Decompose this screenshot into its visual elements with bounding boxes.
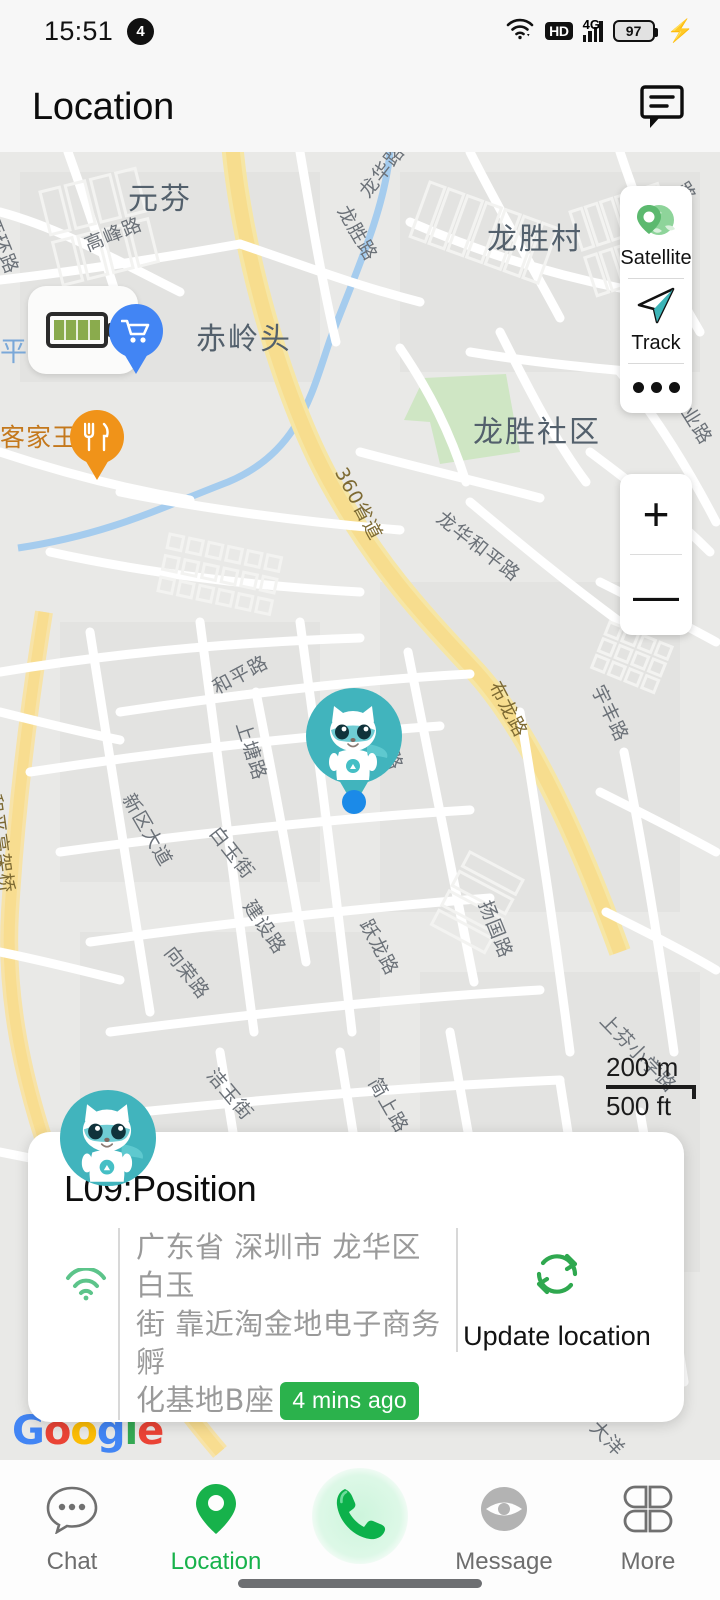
page-title: Location: [32, 85, 175, 128]
current-position-dot: [342, 790, 366, 814]
nav-item-more[interactable]: More: [576, 1476, 720, 1576]
app-header: Location: [0, 62, 720, 152]
navigation-arrow-icon: [634, 285, 678, 330]
map-pin-icon: [192, 1476, 240, 1542]
nav-label-chat: Chat: [46, 1548, 98, 1575]
map-pin-shopping[interactable]: [109, 304, 163, 376]
chat-bubble-icon[interactable]: [634, 79, 690, 135]
address-line-3-wrap: 化基地B座 4 mins ago: [136, 1381, 456, 1421]
network-type-label: 4G: [582, 16, 600, 32]
status-bar-right: HD 4G 97 ⚡: [505, 17, 694, 46]
battery-icon: 97: [612, 20, 658, 42]
device-address: 广东省 深圳市 龙华区 白玉 街 靠近淘金地电子商务孵 化基地B座 4 mins …: [118, 1228, 456, 1421]
eye-icon: [477, 1476, 531, 1542]
nav-label-message: Message: [455, 1548, 553, 1575]
lightning-bolt-icon: ⚡: [666, 18, 694, 43]
home-indicator: [238, 1579, 482, 1588]
nav-item-chat[interactable]: Chat: [0, 1476, 144, 1576]
address-line-3: 化基地B座: [136, 1383, 275, 1418]
map-zoom-control: + —: [620, 474, 692, 635]
update-location-label: Update location: [463, 1321, 651, 1351]
cat-avatar-icon: [306, 688, 402, 784]
grid-clover-icon: [621, 1476, 675, 1542]
device-location-marker[interactable]: [306, 688, 402, 806]
nav-item-location[interactable]: Location: [144, 1476, 288, 1576]
zoom-in-button[interactable]: +: [620, 474, 692, 554]
map-tool-satellite[interactable]: Satellite: [620, 194, 692, 278]
map-scale-metric: 200 m: [606, 1052, 679, 1082]
avatar[interactable]: [60, 1090, 156, 1186]
map-tool-satellite-label: Satellite: [620, 247, 692, 269]
shopping-cart-icon: [121, 319, 150, 343]
status-badge: 4 mins ago: [280, 1382, 419, 1421]
scale-line-metric: [606, 1085, 696, 1099]
map-pin-restaurant[interactable]: [70, 410, 124, 482]
battery-percent-label: 97: [625, 23, 642, 39]
status-bar-left: 15:51 4: [44, 15, 155, 47]
nav-item-message[interactable]: Message: [432, 1476, 576, 1576]
bottom-navigation: Chat Location Message More: [0, 1460, 720, 1600]
notification-count-badge: 4: [127, 17, 155, 45]
map-scale-imperial: 500 ft: [606, 1091, 672, 1121]
ellipsis-icon[interactable]: [620, 364, 692, 409]
status-time: 15:51: [44, 15, 114, 46]
refresh-icon: [527, 1244, 587, 1309]
connection-type-icon-wrap: [64, 1228, 118, 1307]
update-location-button[interactable]: Update location: [456, 1228, 656, 1352]
chat-dots-icon: [45, 1476, 99, 1542]
phone-icon: [332, 1484, 388, 1549]
phone-call-button[interactable]: [312, 1468, 408, 1564]
nav-item-call[interactable]: [288, 1468, 432, 1570]
nav-label-more: More: [620, 1548, 676, 1575]
wifi-icon: [64, 1266, 108, 1306]
address-line-1: 广东省 深圳市 龙华区 白玉: [136, 1230, 421, 1303]
status-bar: 15:51 4 HD 4G 97 ⚡: [0, 0, 720, 62]
device-info-body: 广东省 深圳市 龙华区 白玉 街 靠近淘金地电子商务孵 化基地B座 4 mins …: [64, 1228, 656, 1421]
address-line-2: 街 靠近淘金地电子商务孵: [136, 1306, 441, 1379]
map-scale-bar: 200 m 500 ft: [606, 1052, 696, 1122]
cellular-signal-icon: 4G: [582, 17, 603, 42]
fork-knife-icon: [84, 422, 109, 452]
zoom-out-button[interactable]: —: [620, 555, 692, 635]
wifi-icon: [505, 17, 535, 46]
map-tool-track-label: Track: [631, 332, 681, 354]
nav-label-location: Location: [170, 1548, 262, 1575]
map-tool-track[interactable]: Track: [620, 279, 692, 363]
map-tools-panel: Satellite Track: [620, 186, 692, 413]
hd-icon: HD: [545, 22, 573, 40]
globe-pin-icon: [634, 200, 678, 245]
